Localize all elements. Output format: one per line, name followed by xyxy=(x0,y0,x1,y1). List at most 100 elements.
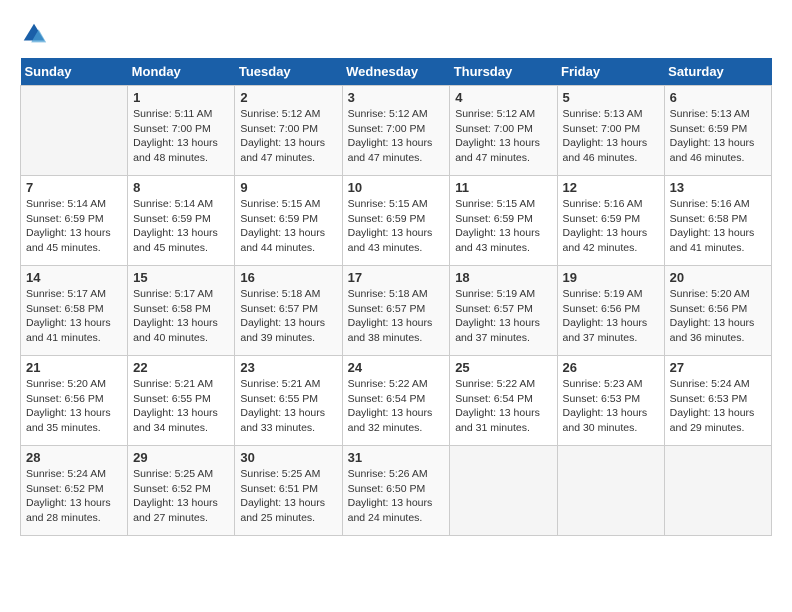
day-info: Sunrise: 5:12 AMSunset: 7:00 PMDaylight:… xyxy=(348,107,445,166)
day-number: 11 xyxy=(455,180,551,195)
calendar-cell: 5 Sunrise: 5:13 AMSunset: 7:00 PMDaylight… xyxy=(557,86,664,176)
day-info: Sunrise: 5:12 AMSunset: 7:00 PMDaylight:… xyxy=(455,107,551,166)
day-info: Sunrise: 5:20 AMSunset: 6:56 PMDaylight:… xyxy=(670,287,766,346)
day-info: Sunrise: 5:15 AMSunset: 6:59 PMDaylight:… xyxy=(348,197,445,256)
calendar-cell: 20 Sunrise: 5:20 AMSunset: 6:56 PMDayligh… xyxy=(664,266,771,356)
calendar-cell: 25Sunrise: 5:22 AMSunset: 6:54 PMDayligh… xyxy=(450,356,557,446)
calendar-cell: 18Sunrise: 5:19 AMSunset: 6:57 PMDayligh… xyxy=(450,266,557,356)
day-number: 18 xyxy=(455,270,551,285)
weekday-header: Monday xyxy=(128,58,235,86)
day-number: 24 xyxy=(348,360,445,375)
page-header xyxy=(20,20,772,48)
calendar-cell: 16 Sunrise: 5:18 AMSunset: 6:57 PMDayligh… xyxy=(235,266,342,356)
day-info: Sunrise: 5:16 AMSunset: 6:59 PMDaylight:… xyxy=(563,197,659,256)
calendar-cell: 23 Sunrise: 5:21 AMSunset: 6:55 PMDayligh… xyxy=(235,356,342,446)
calendar-cell: 31 Sunrise: 5:26 AMSunset: 6:50 PMDayligh… xyxy=(342,446,450,536)
day-number: 20 xyxy=(670,270,766,285)
day-info: Sunrise: 5:18 AMSunset: 6:57 PMDaylight:… xyxy=(240,287,336,346)
day-info: Sunrise: 5:15 AMSunset: 6:59 PMDaylight:… xyxy=(455,197,551,256)
day-number: 7 xyxy=(26,180,122,195)
day-info: Sunrise: 5:23 AMSunset: 6:53 PMDaylight:… xyxy=(563,377,659,436)
day-number: 17 xyxy=(348,270,445,285)
calendar-cell: 10 Sunrise: 5:15 AMSunset: 6:59 PMDayligh… xyxy=(342,176,450,266)
calendar-cell xyxy=(450,446,557,536)
day-number: 16 xyxy=(240,270,336,285)
day-number: 23 xyxy=(240,360,336,375)
calendar-cell: 7 Sunrise: 5:14 AMSunset: 6:59 PMDaylight… xyxy=(21,176,128,266)
day-info: Sunrise: 5:11 AMSunset: 7:00 PMDaylight:… xyxy=(133,107,229,166)
day-info: Sunrise: 5:21 AMSunset: 6:55 PMDaylight:… xyxy=(240,377,336,436)
calendar-cell: 26 Sunrise: 5:23 AMSunset: 6:53 PMDayligh… xyxy=(557,356,664,446)
calendar-table: SundayMondayTuesdayWednesdayThursdayFrid… xyxy=(20,58,772,536)
calendar-week-row: 7 Sunrise: 5:14 AMSunset: 6:59 PMDaylight… xyxy=(21,176,772,266)
day-info: Sunrise: 5:18 AMSunset: 6:57 PMDaylight:… xyxy=(348,287,445,346)
calendar-cell: 3 Sunrise: 5:12 AMSunset: 7:00 PMDaylight… xyxy=(342,86,450,176)
day-info: Sunrise: 5:24 AMSunset: 6:52 PMDaylight:… xyxy=(26,467,122,526)
calendar-cell: 4 Sunrise: 5:12 AMSunset: 7:00 PMDaylight… xyxy=(450,86,557,176)
weekday-header: Friday xyxy=(557,58,664,86)
calendar-cell xyxy=(21,86,128,176)
day-number: 4 xyxy=(455,90,551,105)
weekday-header: Thursday xyxy=(450,58,557,86)
day-number: 13 xyxy=(670,180,766,195)
calendar-cell: 15 Sunrise: 5:17 AMSunset: 6:58 PMDayligh… xyxy=(128,266,235,356)
weekday-header: Sunday xyxy=(21,58,128,86)
day-info: Sunrise: 5:13 AMSunset: 7:00 PMDaylight:… xyxy=(563,107,659,166)
day-number: 26 xyxy=(563,360,659,375)
logo xyxy=(20,20,52,48)
day-number: 19 xyxy=(563,270,659,285)
day-info: Sunrise: 5:17 AMSunset: 6:58 PMDaylight:… xyxy=(26,287,122,346)
day-number: 8 xyxy=(133,180,229,195)
day-info: Sunrise: 5:25 AMSunset: 6:52 PMDaylight:… xyxy=(133,467,229,526)
day-info: Sunrise: 5:19 AMSunset: 6:56 PMDaylight:… xyxy=(563,287,659,346)
calendar-cell xyxy=(664,446,771,536)
calendar-week-row: 21Sunrise: 5:20 AMSunset: 6:56 PMDayligh… xyxy=(21,356,772,446)
day-info: Sunrise: 5:20 AMSunset: 6:56 PMDaylight:… xyxy=(26,377,122,436)
calendar-cell: 1 Sunrise: 5:11 AMSunset: 7:00 PMDaylight… xyxy=(128,86,235,176)
calendar-cell: 2 Sunrise: 5:12 AMSunset: 7:00 PMDaylight… xyxy=(235,86,342,176)
day-number: 10 xyxy=(348,180,445,195)
day-info: Sunrise: 5:17 AMSunset: 6:58 PMDaylight:… xyxy=(133,287,229,346)
calendar-cell: 24 Sunrise: 5:22 AMSunset: 6:54 PMDayligh… xyxy=(342,356,450,446)
calendar-week-row: 14 Sunrise: 5:17 AMSunset: 6:58 PMDayligh… xyxy=(21,266,772,356)
day-info: Sunrise: 5:14 AMSunset: 6:59 PMDaylight:… xyxy=(133,197,229,256)
calendar-cell: 27Sunrise: 5:24 AMSunset: 6:53 PMDayligh… xyxy=(664,356,771,446)
calendar-cell: 17 Sunrise: 5:18 AMSunset: 6:57 PMDayligh… xyxy=(342,266,450,356)
day-info: Sunrise: 5:25 AMSunset: 6:51 PMDaylight:… xyxy=(240,467,336,526)
calendar-cell: 29Sunrise: 5:25 AMSunset: 6:52 PMDayligh… xyxy=(128,446,235,536)
day-info: Sunrise: 5:12 AMSunset: 7:00 PMDaylight:… xyxy=(240,107,336,166)
day-number: 27 xyxy=(670,360,766,375)
day-number: 30 xyxy=(240,450,336,465)
day-number: 6 xyxy=(670,90,766,105)
calendar-week-row: 1 Sunrise: 5:11 AMSunset: 7:00 PMDaylight… xyxy=(21,86,772,176)
calendar-cell: 22 Sunrise: 5:21 AMSunset: 6:55 PMDayligh… xyxy=(128,356,235,446)
weekday-header-row: SundayMondayTuesdayWednesdayThursdayFrid… xyxy=(21,58,772,86)
day-number: 1 xyxy=(133,90,229,105)
day-number: 25 xyxy=(455,360,551,375)
logo-icon xyxy=(20,20,48,48)
day-number: 31 xyxy=(348,450,445,465)
day-info: Sunrise: 5:13 AMSunset: 6:59 PMDaylight:… xyxy=(670,107,766,166)
weekday-header: Wednesday xyxy=(342,58,450,86)
day-number: 22 xyxy=(133,360,229,375)
day-number: 3 xyxy=(348,90,445,105)
calendar-cell: 19 Sunrise: 5:19 AMSunset: 6:56 PMDayligh… xyxy=(557,266,664,356)
calendar-cell: 28 Sunrise: 5:24 AMSunset: 6:52 PMDayligh… xyxy=(21,446,128,536)
calendar-cell: 6 Sunrise: 5:13 AMSunset: 6:59 PMDaylight… xyxy=(664,86,771,176)
day-info: Sunrise: 5:22 AMSunset: 6:54 PMDaylight:… xyxy=(348,377,445,436)
day-number: 5 xyxy=(563,90,659,105)
day-info: Sunrise: 5:21 AMSunset: 6:55 PMDaylight:… xyxy=(133,377,229,436)
weekday-header: Tuesday xyxy=(235,58,342,86)
calendar-cell: 21Sunrise: 5:20 AMSunset: 6:56 PMDayligh… xyxy=(21,356,128,446)
day-number: 15 xyxy=(133,270,229,285)
calendar-cell: 14 Sunrise: 5:17 AMSunset: 6:58 PMDayligh… xyxy=(21,266,128,356)
day-number: 28 xyxy=(26,450,122,465)
calendar-cell: 11 Sunrise: 5:15 AMSunset: 6:59 PMDayligh… xyxy=(450,176,557,266)
day-number: 2 xyxy=(240,90,336,105)
day-info: Sunrise: 5:14 AMSunset: 6:59 PMDaylight:… xyxy=(26,197,122,256)
day-info: Sunrise: 5:26 AMSunset: 6:50 PMDaylight:… xyxy=(348,467,445,526)
calendar-cell: 30 Sunrise: 5:25 AMSunset: 6:51 PMDayligh… xyxy=(235,446,342,536)
calendar-cell: 13Sunrise: 5:16 AMSunset: 6:58 PMDayligh… xyxy=(664,176,771,266)
day-number: 14 xyxy=(26,270,122,285)
calendar-cell: 9Sunrise: 5:15 AMSunset: 6:59 PMDaylight… xyxy=(235,176,342,266)
